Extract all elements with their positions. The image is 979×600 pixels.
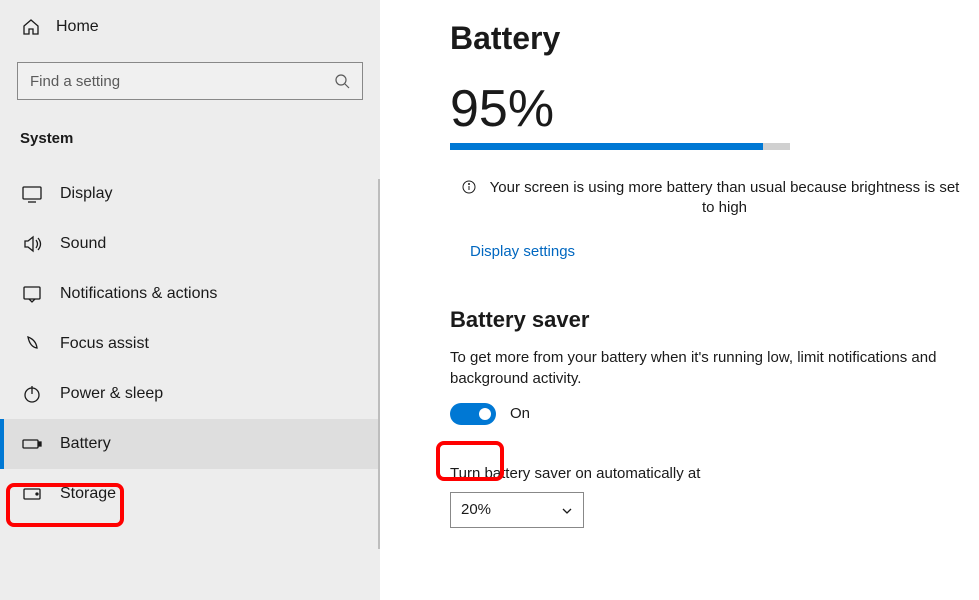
category-label: System: [0, 130, 380, 147]
sidebar-item-label: Sound: [60, 235, 106, 253]
focus-assist-icon: [22, 334, 42, 354]
warning-row: Your screen is using more battery than u…: [450, 178, 979, 219]
auto-on-label: Turn battery saver on automatically at: [450, 465, 979, 482]
battery-icon: [22, 434, 42, 454]
sidebar-item-focus-assist[interactable]: Focus assist: [0, 319, 380, 369]
sidebar-item-label: Focus assist: [60, 335, 149, 353]
battery-bar: [450, 143, 790, 150]
display-icon: [22, 184, 42, 204]
search-icon: [334, 73, 350, 89]
search-input[interactable]: Find a setting: [17, 62, 363, 100]
auto-on-dropdown[interactable]: 20%: [450, 492, 584, 528]
display-settings-link[interactable]: Display settings: [470, 243, 575, 260]
storage-icon: [22, 484, 42, 504]
sidebar-item-storage[interactable]: Storage: [0, 469, 380, 519]
home-button[interactable]: Home: [0, 10, 380, 44]
sound-icon: [22, 234, 42, 254]
sidebar-item-display[interactable]: Display: [0, 169, 380, 219]
sidebar-item-battery[interactable]: Battery: [0, 419, 380, 469]
battery-saver-toggle[interactable]: [450, 403, 496, 425]
settings-sidebar: Home Find a setting System Display: [0, 0, 380, 600]
power-icon: [22, 384, 42, 404]
battery-saver-toggle-row: On: [450, 403, 979, 425]
warning-text: Your screen is using more battery than u…: [482, 178, 967, 219]
sidebar-item-label: Power & sleep: [60, 385, 163, 403]
battery-saver-title: Battery saver: [450, 307, 979, 333]
sidebar-item-notifications[interactable]: Notifications & actions: [0, 269, 380, 319]
home-icon: [22, 18, 40, 36]
sidebar-item-sound[interactable]: Sound: [0, 219, 380, 269]
home-label: Home: [56, 18, 99, 36]
chevron-down-icon: [561, 504, 573, 516]
battery-bar-fill: [450, 143, 763, 150]
sidebar-item-label: Display: [60, 185, 112, 203]
sidebar-item-label: Battery: [60, 435, 111, 453]
search-placeholder: Find a setting: [30, 73, 334, 90]
page-title: Battery: [450, 20, 979, 57]
main-content: Battery 95% Your screen is using more ba…: [380, 0, 979, 600]
battery-percent: 95%: [450, 79, 979, 139]
info-icon: [462, 180, 476, 194]
nav-list: Display Sound Notifications & actions: [0, 169, 380, 519]
sidebar-item-label: Notifications & actions: [60, 285, 217, 303]
toggle-knob: [479, 408, 491, 420]
sidebar-item-label: Storage: [60, 485, 116, 503]
dropdown-value: 20%: [461, 501, 491, 518]
battery-saver-description: To get more from your battery when it's …: [450, 347, 958, 389]
notifications-icon: [22, 284, 42, 304]
toggle-state-label: On: [510, 405, 530, 422]
sidebar-item-power-sleep[interactable]: Power & sleep: [0, 369, 380, 419]
